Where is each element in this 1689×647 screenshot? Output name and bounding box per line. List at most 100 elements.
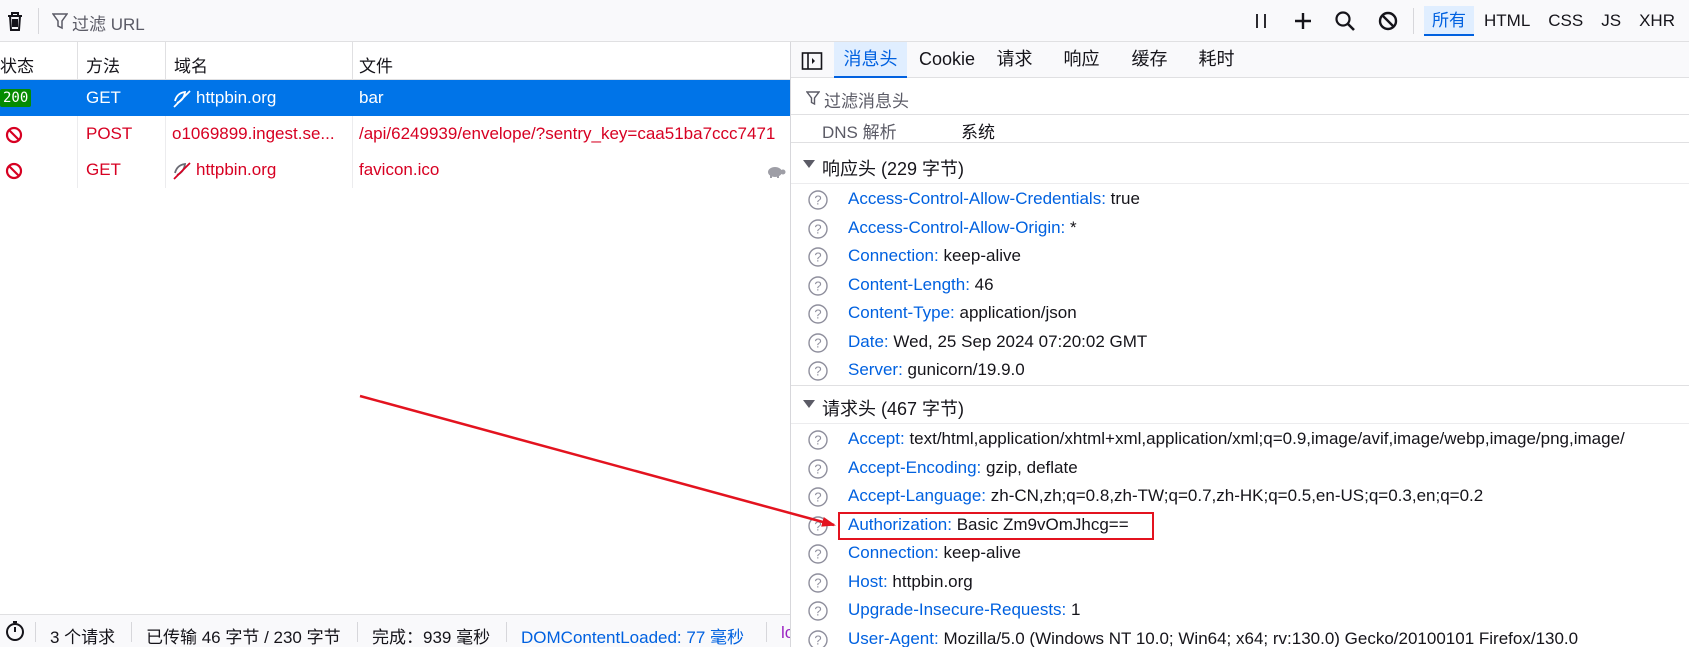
- question-icon[interactable]: ?: [807, 189, 829, 211]
- question-icon[interactable]: ?: [807, 600, 829, 622]
- filter-icon: [805, 90, 821, 106]
- column-file[interactable]: 文件: [359, 52, 393, 77]
- header-name: Host: httpbin.org: [848, 571, 973, 591]
- search-icon[interactable]: [1332, 8, 1358, 34]
- question-icon[interactable]: ?: [807, 486, 829, 508]
- header-row[interactable]: ? Upgrade-Insecure-Requests: 1: [791, 597, 1689, 624]
- svg-text:?: ?: [814, 575, 821, 590]
- type-filter-all[interactable]: 所有: [1424, 6, 1474, 36]
- question-icon[interactable]: ?: [807, 458, 829, 480]
- annotation-highlight-box: [838, 512, 1154, 540]
- question-icon[interactable]: ?: [807, 332, 829, 354]
- tab-headers[interactable]: 消息头: [834, 42, 907, 78]
- header-row[interactable]: ? Date: Wed, 25 Sep 2024 07:20:02 GMT: [791, 329, 1689, 356]
- header-row[interactable]: ? User-Agent: Mozilla/5.0 (Windows NT 10.…: [791, 626, 1689, 647]
- plus-icon[interactable]: [1290, 8, 1316, 34]
- collapse-triangle-icon: [803, 400, 815, 408]
- filter-headers-input[interactable]: 过滤消息头: [824, 87, 909, 112]
- header-value: gzip, deflate: [985, 457, 1078, 477]
- cell-domain: httpbin.org: [196, 160, 277, 179]
- tab-response[interactable]: 响应: [1054, 42, 1109, 78]
- cell-divider: [77, 152, 78, 188]
- header-value: Wed, 25 Sep 2024 07:20:02 GMT: [893, 331, 1148, 351]
- dom-content-loaded: DOMContentLoaded: 77 毫秒: [521, 628, 745, 647]
- header-value: 46: [974, 274, 994, 294]
- request-count: 3 个请求: [50, 628, 116, 647]
- tab-request[interactable]: 请求: [987, 42, 1042, 78]
- header-name: Accept: text/html,application/xhtml+xml,…: [848, 429, 1625, 448]
- blocked-icon: [4, 125, 24, 145]
- column-method[interactable]: 方法: [86, 52, 120, 77]
- tab-cookie[interactable]: Cookie: [911, 42, 983, 78]
- header-name: Content-Length: 46: [848, 274, 994, 294]
- header-name: Access-Control-Allow-Origin: *: [848, 217, 1077, 237]
- request-list: 状态 方法 域名 文件 200 GET httpbin.org bar POST…: [0, 42, 790, 614]
- status-bar: 3 个请求 已传输 46 字节 / 230 字节 完成：939 毫秒 DOMCo…: [0, 614, 790, 647]
- header-row[interactable]: ? Access-Control-Allow-Origin: *: [791, 215, 1689, 242]
- question-icon[interactable]: ?: [807, 629, 829, 647]
- turtle-icon: [766, 164, 786, 178]
- cell-file: /api/6249939/envelope/?sentry_key=caa51b…: [359, 124, 776, 143]
- sidebar-toggle-icon[interactable]: [801, 51, 823, 71]
- header-row[interactable]: ? Content-Type: application/json: [791, 300, 1689, 327]
- details-panel: 消息头 Cookie 请求 响应 缓存 耗时 过滤消息头 DNS 解析 系统 响…: [791, 42, 1689, 647]
- question-icon[interactable]: ?: [807, 572, 829, 594]
- header-value: Mozilla/5.0 (Windows NT 10.0; Win64; x64…: [943, 628, 1579, 647]
- header-value: true: [1110, 189, 1140, 208]
- type-filter-xhr[interactable]: XHR: [1631, 6, 1683, 36]
- table-row[interactable]: GET httpbin.org favicon.ico: [0, 152, 790, 188]
- table-row[interactable]: 200 GET httpbin.org bar: [0, 80, 790, 116]
- block-icon[interactable]: [1375, 8, 1401, 34]
- column-divider: [352, 42, 353, 80]
- header-name: Accept-Encoding: gzip, deflate: [848, 457, 1078, 477]
- header-name: Server: gunicorn/19.9.0: [848, 360, 1025, 379]
- column-domain[interactable]: 域名: [174, 52, 208, 77]
- svg-text:?: ?: [814, 547, 821, 562]
- trash-icon[interactable]: [2, 8, 28, 34]
- tab-timings[interactable]: 耗时: [1189, 42, 1244, 78]
- svg-text:?: ?: [814, 250, 821, 265]
- tracker-blocked-icon: [172, 161, 192, 181]
- dns-label: DNS 解析: [822, 123, 897, 142]
- collapse-triangle-icon: [803, 160, 815, 168]
- svg-text:?: ?: [814, 335, 821, 350]
- toolbar-separator: [38, 8, 39, 34]
- header-value: gunicorn/19.9.0: [907, 360, 1025, 379]
- timer-icon[interactable]: [4, 620, 26, 647]
- svg-text:?: ?: [814, 193, 821, 208]
- transferred-size: 已传输 46 字节 / 230 字节: [146, 628, 341, 647]
- question-icon[interactable]: ?: [807, 543, 829, 565]
- question-icon[interactable]: ?: [807, 303, 829, 325]
- header-value: 1: [1071, 600, 1081, 619]
- filter-url-input[interactable]: 过滤 URL: [72, 10, 145, 35]
- header-row[interactable]: ? Access-Control-Allow-Credentials: true: [791, 186, 1689, 213]
- header-row[interactable]: ? Connection: keep-alive: [791, 243, 1689, 270]
- header-row[interactable]: ? Server: gunicorn/19.9.0: [791, 357, 1689, 384]
- request-headers-section[interactable]: 请求头 (467 字节): [791, 386, 1689, 424]
- header-row[interactable]: ? Content-Length: 46: [791, 272, 1689, 299]
- question-icon[interactable]: ?: [807, 360, 829, 382]
- details-tabs: 消息头 Cookie 请求 响应 缓存 耗时: [791, 42, 1689, 78]
- header-row[interactable]: ? Accept: text/html,application/xhtml+xml…: [791, 426, 1689, 453]
- type-filter-css[interactable]: CSS: [1540, 6, 1591, 36]
- header-row[interactable]: ? Accept-Language: zh-CN,zh;q=0.8,zh-TW;q…: [791, 483, 1689, 510]
- finish-time: 完成：939 毫秒: [372, 628, 491, 647]
- type-filter-html[interactable]: HTML: [1476, 6, 1538, 36]
- load-time: lo: [781, 623, 790, 642]
- question-icon[interactable]: ?: [807, 515, 829, 537]
- pause-icon[interactable]: [1248, 8, 1274, 34]
- tab-cache[interactable]: 缓存: [1122, 42, 1177, 78]
- cell-divider: [352, 80, 353, 116]
- type-filter-js[interactable]: JS: [1593, 6, 1629, 36]
- header-value: keep-alive: [943, 246, 1021, 265]
- question-icon[interactable]: ?: [807, 246, 829, 268]
- question-icon[interactable]: ?: [807, 275, 829, 297]
- question-icon[interactable]: ?: [807, 218, 829, 240]
- header-row[interactable]: ? Connection: keep-alive: [791, 540, 1689, 567]
- response-headers-section[interactable]: 响应头 (229 字节): [791, 146, 1689, 184]
- column-status[interactable]: 状态: [0, 52, 34, 77]
- header-row[interactable]: ? Accept-Encoding: gzip, deflate: [791, 455, 1689, 482]
- header-row[interactable]: ? Host: httpbin.org: [791, 569, 1689, 596]
- table-row[interactable]: POST o1069899.ingest.se... /api/6249939/…: [0, 116, 790, 152]
- question-icon[interactable]: ?: [807, 429, 829, 451]
